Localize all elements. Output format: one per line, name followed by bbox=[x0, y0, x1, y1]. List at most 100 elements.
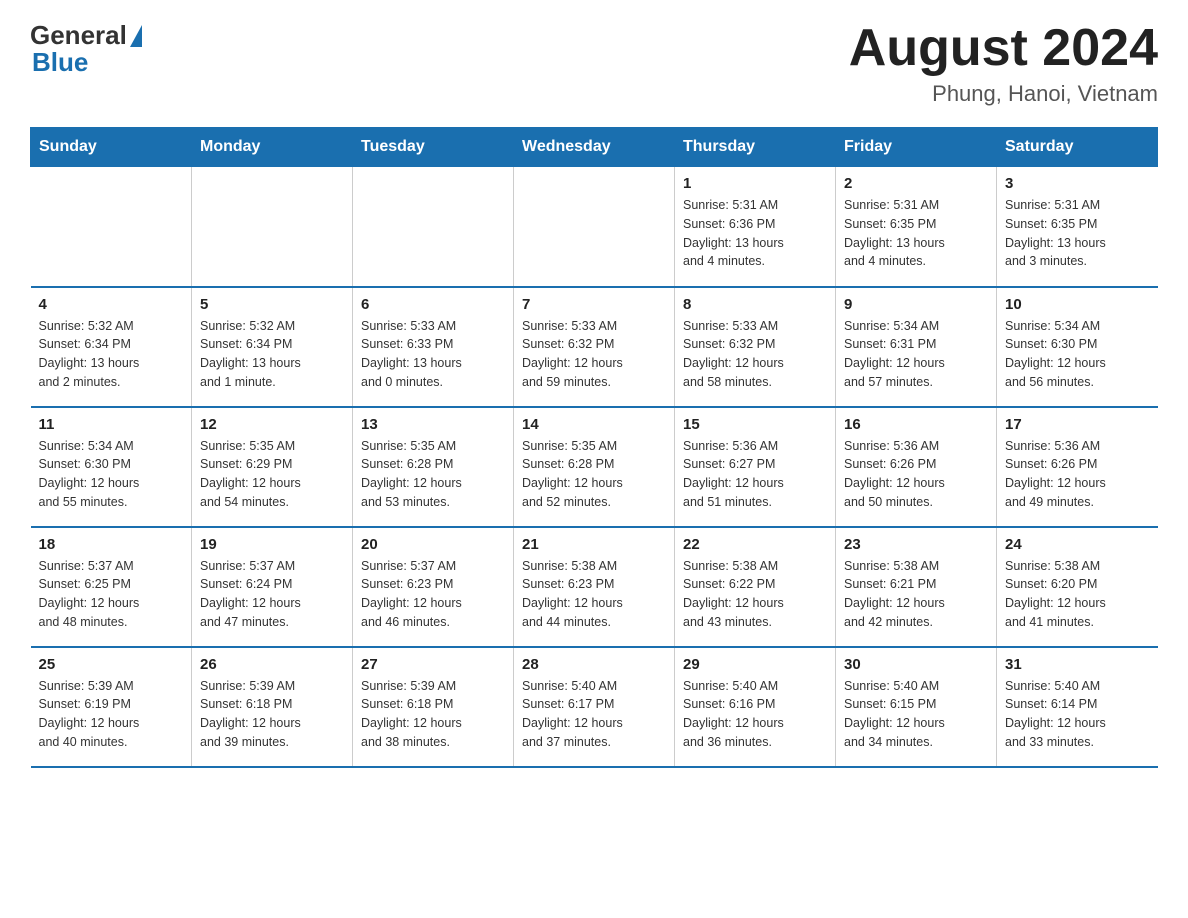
day-info: Sunrise: 5:38 AMSunset: 6:23 PMDaylight:… bbox=[522, 557, 666, 632]
day-info: Sunrise: 5:39 AMSunset: 6:18 PMDaylight:… bbox=[200, 677, 344, 752]
day-info: Sunrise: 5:38 AMSunset: 6:21 PMDaylight:… bbox=[844, 557, 988, 632]
day-number: 17 bbox=[1005, 416, 1150, 433]
day-number: 11 bbox=[39, 416, 184, 433]
day-info: Sunrise: 5:36 AMSunset: 6:26 PMDaylight:… bbox=[844, 437, 988, 512]
calendar-cell: 26Sunrise: 5:39 AMSunset: 6:18 PMDayligh… bbox=[192, 647, 353, 767]
day-info: Sunrise: 5:40 AMSunset: 6:16 PMDaylight:… bbox=[683, 677, 827, 752]
day-number: 16 bbox=[844, 416, 988, 433]
calendar-cell: 4 Sunrise: 5:32 AMSunset: 6:34 PMDaylight… bbox=[31, 287, 192, 407]
day-info: Sunrise: 5:33 AMSunset: 6:32 PMDaylight:… bbox=[522, 317, 666, 392]
calendar-cell bbox=[192, 167, 353, 287]
day-number: 14 bbox=[522, 416, 666, 433]
calendar-cell bbox=[353, 167, 514, 287]
calendar-cell: 16 Sunrise: 5:36 AMSunset: 6:26 PMDayligh… bbox=[836, 407, 997, 527]
day-number: 3 bbox=[1005, 175, 1150, 192]
calendar-cell bbox=[31, 167, 192, 287]
day-number: 21 bbox=[522, 536, 666, 553]
day-number: 5 bbox=[200, 296, 344, 313]
day-number: 13 bbox=[361, 416, 505, 433]
day-number: 15 bbox=[683, 416, 827, 433]
header-row: SundayMondayTuesdayWednesdayThursdayFrid… bbox=[31, 128, 1158, 167]
location-text: Phung, Hanoi, Vietnam bbox=[849, 81, 1158, 107]
day-number: 12 bbox=[200, 416, 344, 433]
logo-triangle-icon bbox=[130, 25, 142, 47]
day-info: Sunrise: 5:40 AMSunset: 6:15 PMDaylight:… bbox=[844, 677, 988, 752]
calendar-cell: 14 Sunrise: 5:35 AMSunset: 6:28 PMDayligh… bbox=[514, 407, 675, 527]
day-number: 24 bbox=[1005, 536, 1150, 553]
day-number: 28 bbox=[522, 656, 666, 673]
header-cell-tuesday: Tuesday bbox=[353, 128, 514, 167]
day-number: 4 bbox=[39, 296, 184, 313]
day-number: 20 bbox=[361, 536, 505, 553]
calendar-cell: 15Sunrise: 5:36 AMSunset: 6:27 PMDayligh… bbox=[675, 407, 836, 527]
day-info: Sunrise: 5:35 AMSunset: 6:28 PMDaylight:… bbox=[522, 437, 666, 512]
calendar-cell: 28 Sunrise: 5:40 AMSunset: 6:17 PMDayligh… bbox=[514, 647, 675, 767]
day-info: Sunrise: 5:39 AMSunset: 6:18 PMDaylight:… bbox=[361, 677, 505, 752]
day-info: Sunrise: 5:34 AMSunset: 6:31 PMDaylight:… bbox=[844, 317, 988, 392]
calendar-cell: 27Sunrise: 5:39 AMSunset: 6:18 PMDayligh… bbox=[353, 647, 514, 767]
header-cell-sunday: Sunday bbox=[31, 128, 192, 167]
day-number: 10 bbox=[1005, 296, 1150, 313]
day-info: Sunrise: 5:32 AMSunset: 6:34 PMDaylight:… bbox=[39, 317, 184, 392]
calendar-cell: 10 Sunrise: 5:34 AMSunset: 6:30 PMDayligh… bbox=[997, 287, 1158, 407]
calendar-cell: 7 Sunrise: 5:33 AMSunset: 6:32 PMDaylight… bbox=[514, 287, 675, 407]
day-info: Sunrise: 5:39 AMSunset: 6:19 PMDaylight:… bbox=[39, 677, 184, 752]
header-cell-monday: Monday bbox=[192, 128, 353, 167]
day-info: Sunrise: 5:33 AMSunset: 6:32 PMDaylight:… bbox=[683, 317, 827, 392]
day-number: 25 bbox=[39, 656, 184, 673]
calendar-cell: 17 Sunrise: 5:36 AMSunset: 6:26 PMDayligh… bbox=[997, 407, 1158, 527]
week-row-5: 25 Sunrise: 5:39 AMSunset: 6:19 PMDayligh… bbox=[31, 647, 1158, 767]
week-row-3: 11 Sunrise: 5:34 AMSunset: 6:30 PMDayligh… bbox=[31, 407, 1158, 527]
calendar-cell: 5 Sunrise: 5:32 AMSunset: 6:34 PMDaylight… bbox=[192, 287, 353, 407]
calendar-body: 1 Sunrise: 5:31 AMSunset: 6:36 PMDaylight… bbox=[31, 167, 1158, 767]
day-info: Sunrise: 5:31 AMSunset: 6:35 PMDaylight:… bbox=[1005, 196, 1150, 271]
logo-blue-text: Blue bbox=[32, 47, 88, 78]
calendar-cell: 18Sunrise: 5:37 AMSunset: 6:25 PMDayligh… bbox=[31, 527, 192, 647]
calendar-cell: 6Sunrise: 5:33 AMSunset: 6:33 PMDaylight… bbox=[353, 287, 514, 407]
calendar-cell: 11 Sunrise: 5:34 AMSunset: 6:30 PMDayligh… bbox=[31, 407, 192, 527]
day-info: Sunrise: 5:34 AMSunset: 6:30 PMDaylight:… bbox=[1005, 317, 1150, 392]
day-info: Sunrise: 5:32 AMSunset: 6:34 PMDaylight:… bbox=[200, 317, 344, 392]
calendar-cell: 20 Sunrise: 5:37 AMSunset: 6:23 PMDayligh… bbox=[353, 527, 514, 647]
calendar-cell: 9Sunrise: 5:34 AMSunset: 6:31 PMDaylight… bbox=[836, 287, 997, 407]
header-cell-saturday: Saturday bbox=[997, 128, 1158, 167]
day-number: 1 bbox=[683, 175, 827, 192]
calendar-cell: 8Sunrise: 5:33 AMSunset: 6:32 PMDaylight… bbox=[675, 287, 836, 407]
day-number: 23 bbox=[844, 536, 988, 553]
day-number: 30 bbox=[844, 656, 988, 673]
calendar-cell: 21 Sunrise: 5:38 AMSunset: 6:23 PMDayligh… bbox=[514, 527, 675, 647]
day-info: Sunrise: 5:38 AMSunset: 6:20 PMDaylight:… bbox=[1005, 557, 1150, 632]
calendar-cell: 29Sunrise: 5:40 AMSunset: 6:16 PMDayligh… bbox=[675, 647, 836, 767]
day-info: Sunrise: 5:37 AMSunset: 6:24 PMDaylight:… bbox=[200, 557, 344, 632]
calendar-cell: 2 Sunrise: 5:31 AMSunset: 6:35 PMDaylight… bbox=[836, 167, 997, 287]
calendar-cell: 24 Sunrise: 5:38 AMSunset: 6:20 PMDayligh… bbox=[997, 527, 1158, 647]
day-info: Sunrise: 5:40 AMSunset: 6:14 PMDaylight:… bbox=[1005, 677, 1150, 752]
header-cell-thursday: Thursday bbox=[675, 128, 836, 167]
title-area: August 2024 Phung, Hanoi, Vietnam bbox=[849, 20, 1158, 107]
calendar-cell: 23 Sunrise: 5:38 AMSunset: 6:21 PMDayligh… bbox=[836, 527, 997, 647]
day-info: Sunrise: 5:37 AMSunset: 6:25 PMDaylight:… bbox=[39, 557, 184, 632]
calendar-cell bbox=[514, 167, 675, 287]
calendar-cell: 1 Sunrise: 5:31 AMSunset: 6:36 PMDaylight… bbox=[675, 167, 836, 287]
day-info: Sunrise: 5:35 AMSunset: 6:28 PMDaylight:… bbox=[361, 437, 505, 512]
day-info: Sunrise: 5:31 AMSunset: 6:35 PMDaylight:… bbox=[844, 196, 988, 271]
calendar-cell: 12Sunrise: 5:35 AMSunset: 6:29 PMDayligh… bbox=[192, 407, 353, 527]
calendar-table: SundayMondayTuesdayWednesdayThursdayFrid… bbox=[30, 127, 1158, 768]
day-info: Sunrise: 5:31 AMSunset: 6:36 PMDaylight:… bbox=[683, 196, 827, 271]
header-cell-friday: Friday bbox=[836, 128, 997, 167]
day-info: Sunrise: 5:38 AMSunset: 6:22 PMDaylight:… bbox=[683, 557, 827, 632]
day-number: 7 bbox=[522, 296, 666, 313]
calendar-cell: 13 Sunrise: 5:35 AMSunset: 6:28 PMDayligh… bbox=[353, 407, 514, 527]
logo: General Blue bbox=[30, 20, 142, 78]
day-info: Sunrise: 5:34 AMSunset: 6:30 PMDaylight:… bbox=[39, 437, 184, 512]
calendar-cell: 30 Sunrise: 5:40 AMSunset: 6:15 PMDayligh… bbox=[836, 647, 997, 767]
calendar-cell: 25 Sunrise: 5:39 AMSunset: 6:19 PMDayligh… bbox=[31, 647, 192, 767]
month-title: August 2024 bbox=[849, 20, 1158, 77]
day-number: 2 bbox=[844, 175, 988, 192]
day-info: Sunrise: 5:36 AMSunset: 6:26 PMDaylight:… bbox=[1005, 437, 1150, 512]
day-info: Sunrise: 5:37 AMSunset: 6:23 PMDaylight:… bbox=[361, 557, 505, 632]
week-row-1: 1 Sunrise: 5:31 AMSunset: 6:36 PMDaylight… bbox=[31, 167, 1158, 287]
calendar-cell: 22Sunrise: 5:38 AMSunset: 6:22 PMDayligh… bbox=[675, 527, 836, 647]
calendar-cell: 3 Sunrise: 5:31 AMSunset: 6:35 PMDaylight… bbox=[997, 167, 1158, 287]
day-info: Sunrise: 5:40 AMSunset: 6:17 PMDaylight:… bbox=[522, 677, 666, 752]
